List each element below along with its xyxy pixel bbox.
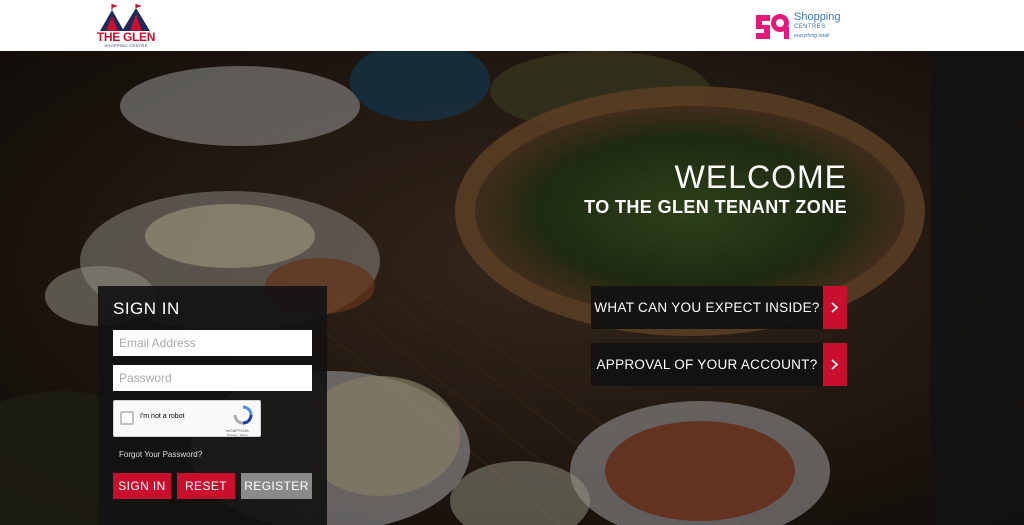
recaptcha-label: I'm not a robot: [140, 413, 185, 420]
sign-in-title: SIGN IN: [113, 299, 180, 318]
welcome-subtitle: TO THE GLEN TENANT ZONE: [584, 197, 847, 217]
chevron-right-icon: [823, 286, 847, 329]
recaptcha-terms-link[interactable]: Privacy - Terms: [227, 433, 248, 437]
reset-button[interactable]: RESET: [177, 473, 235, 499]
site-header: THE GLEN SHOPPING CENTRE Shopping CENTRE…: [0, 0, 1024, 51]
what-to-expect-label: WHAT CAN YOU EXPECT INSIDE?: [594, 300, 820, 315]
password-field[interactable]: [113, 365, 312, 391]
sign-in-button[interactable]: SIGN IN: [113, 473, 171, 499]
register-button[interactable]: REGISTER: [241, 473, 312, 499]
chevron-right-icon: [823, 343, 847, 386]
welcome-heading: WELCOME TO THE GLEN TENANT ZONE: [500, 159, 847, 218]
what-to-expect-button[interactable]: WHAT CAN YOU EXPECT INSIDE?: [591, 286, 847, 329]
recaptcha-widget: I'm not a robot reCAPTCHA Privacy - Term…: [113, 400, 261, 437]
recaptcha-checkbox[interactable]: [120, 411, 134, 425]
recaptcha-logo-icon: [233, 405, 253, 425]
partner-logo-tagline: everything retail: [794, 33, 830, 39]
partner-logo-line1: Shopping: [794, 11, 841, 23]
tent-icon: [100, 4, 150, 31]
sign-in-panel: SIGN IN I'm not a robot reCAPTCHA Privac…: [98, 286, 327, 525]
glen-logo-subtitle: SHOPPING CENTRE: [104, 43, 148, 48]
partner-logo-line2: CENTRES: [794, 24, 826, 30]
shopping-centres-logo[interactable]: Shopping CENTRES everything retail: [754, 9, 864, 43]
account-approval-button[interactable]: APPROVAL OF YOUR ACCOUNT?: [591, 343, 847, 386]
email-field[interactable]: [113, 330, 312, 356]
glen-logo-name: THE GLEN: [96, 30, 156, 44]
welcome-title: WELCOME: [674, 159, 847, 195]
the-glen-logo[interactable]: THE GLEN SHOPPING CENTRE: [96, 4, 156, 48]
account-approval-label: APPROVAL OF YOUR ACCOUNT?: [596, 357, 818, 372]
shopping-centres-mark-icon: [756, 14, 789, 39]
forgot-password-link[interactable]: Forgot Your Password?: [119, 450, 202, 459]
